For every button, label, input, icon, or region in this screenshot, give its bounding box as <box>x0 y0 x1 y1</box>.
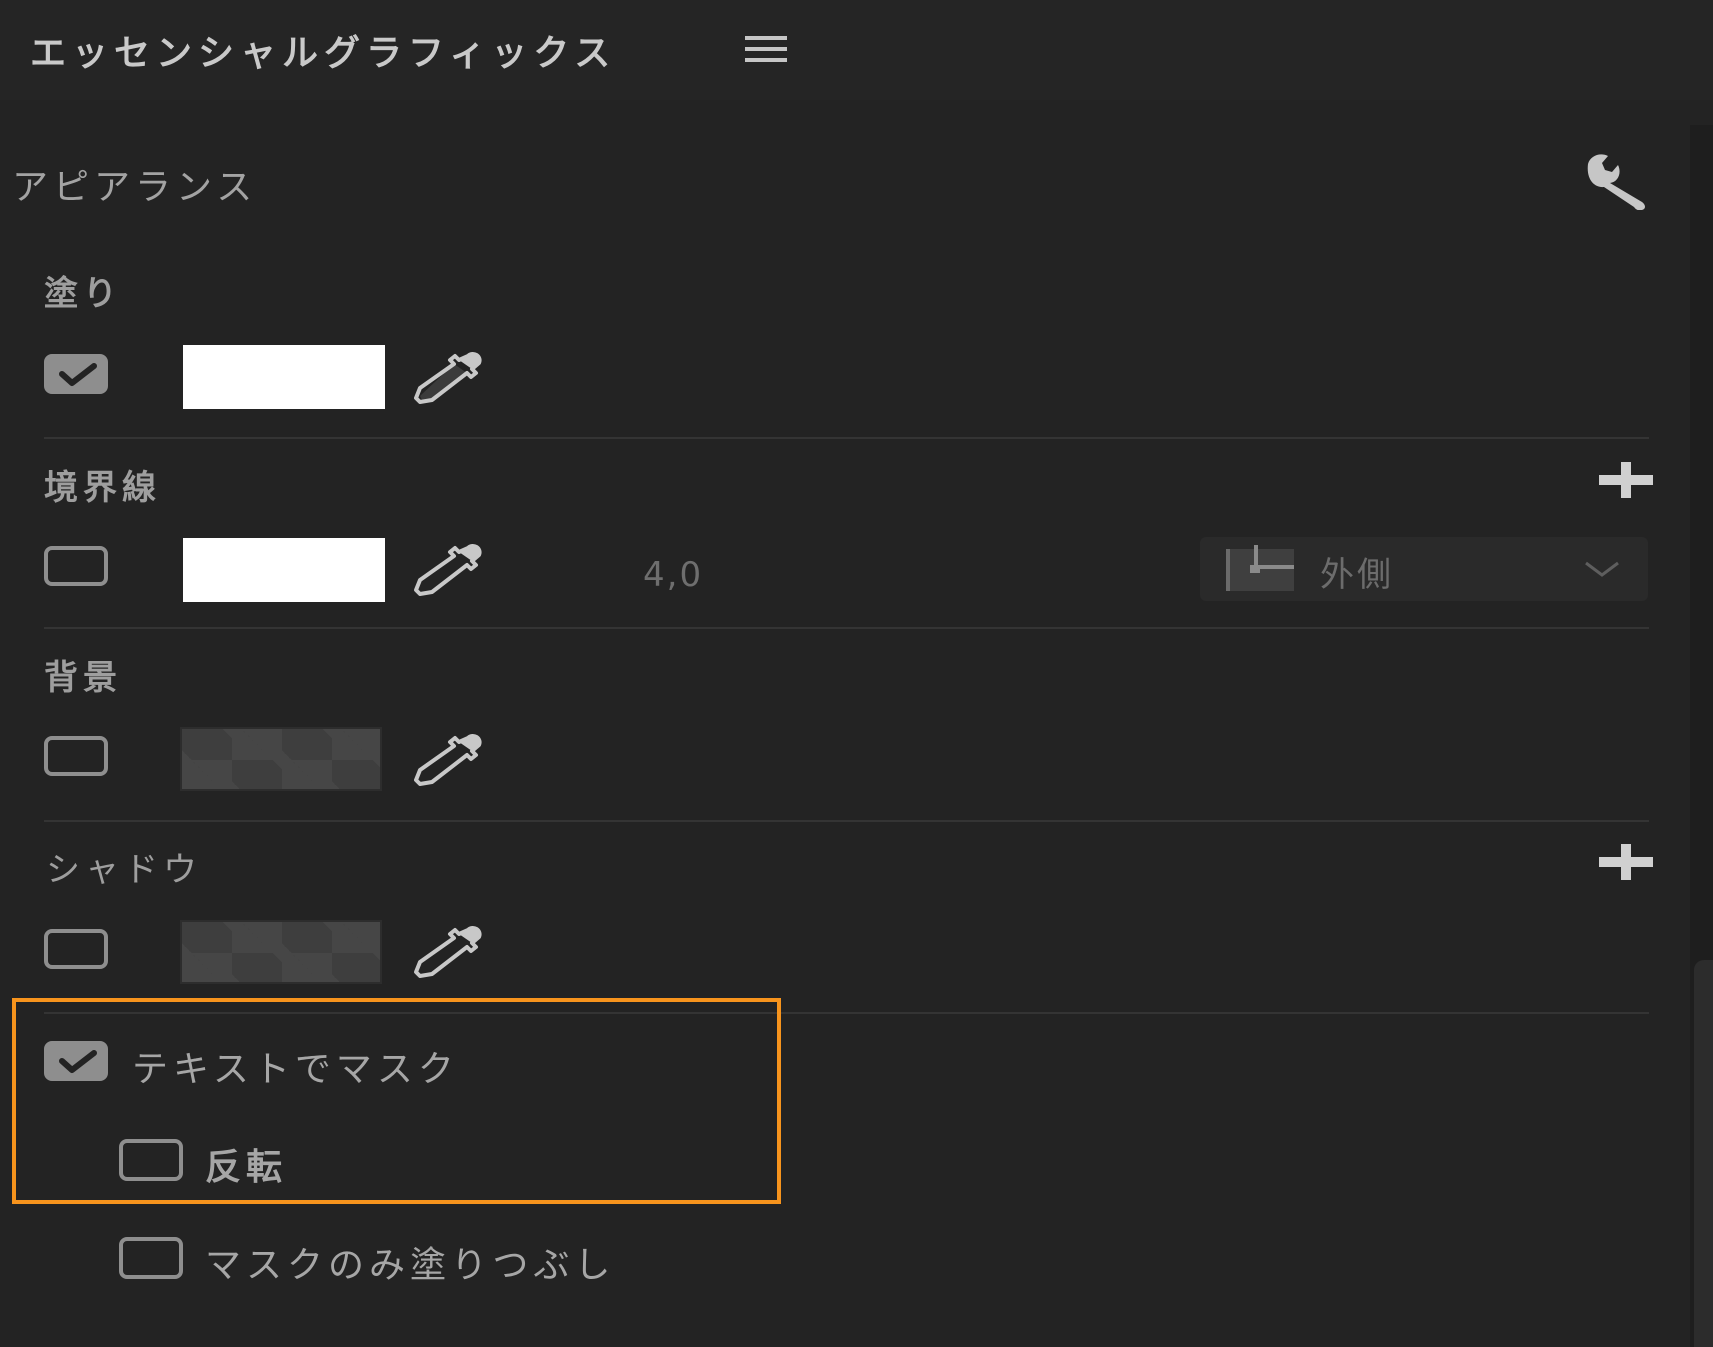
fill-mask-only-checkbox[interactable] <box>119 1237 183 1279</box>
stroke-position-icon <box>1224 545 1296 593</box>
panel-titlebar: エッセンシャルグラフィックス <box>0 0 1713 100</box>
stroke-color-swatch[interactable] <box>183 538 385 602</box>
scrollbar-thumb[interactable] <box>1694 960 1713 1347</box>
shadow-eyedropper-icon[interactable] <box>410 924 486 980</box>
add-shadow-plus-icon[interactable] <box>1597 842 1655 882</box>
fill-mask-only-label[interactable]: マスクのみ塗りつぶし <box>205 1236 615 1288</box>
chevron-down-icon <box>1582 557 1622 581</box>
background-label: 背景 <box>44 658 122 698</box>
background-eyedropper-icon[interactable] <box>410 732 486 788</box>
background-color-swatch[interactable] <box>180 727 382 791</box>
fill-checkbox[interactable] <box>44 354 108 394</box>
wrench-icon[interactable] <box>1580 150 1656 211</box>
stroke-eyedropper-icon[interactable] <box>410 542 486 598</box>
divider <box>44 820 1649 822</box>
panel-title[interactable]: エッセンシャルグラフィックス <box>30 24 616 76</box>
divider <box>44 627 1649 629</box>
shadow-color-swatch[interactable] <box>180 920 382 984</box>
stroke-position-label: 外側 <box>1320 555 1394 595</box>
essential-graphics-panel: エッセンシャルグラフィックス アピアランス 塗り 境界線 4,0 外側 背景 シ… <box>0 0 1713 1347</box>
hamburger-menu-icon[interactable] <box>745 36 787 66</box>
divider <box>44 437 1649 439</box>
fill-eyedropper-icon[interactable] <box>410 350 486 406</box>
fill-color-swatch[interactable] <box>183 345 385 409</box>
highlight-annotation-box <box>12 998 781 1204</box>
stroke-position-dropdown[interactable]: 外側 <box>1200 537 1648 601</box>
appearance-section-title: アピアランス <box>12 167 258 208</box>
shadow-label: シャドウ <box>46 850 202 890</box>
background-checkbox[interactable] <box>44 736 108 776</box>
shadow-checkbox[interactable] <box>44 929 108 969</box>
stroke-checkbox[interactable] <box>44 546 108 586</box>
fill-label: 塗り <box>44 274 122 314</box>
stroke-label: 境界線 <box>44 468 161 508</box>
add-stroke-plus-icon[interactable] <box>1597 460 1655 500</box>
stroke-width-value[interactable]: 4,0 <box>643 555 703 595</box>
